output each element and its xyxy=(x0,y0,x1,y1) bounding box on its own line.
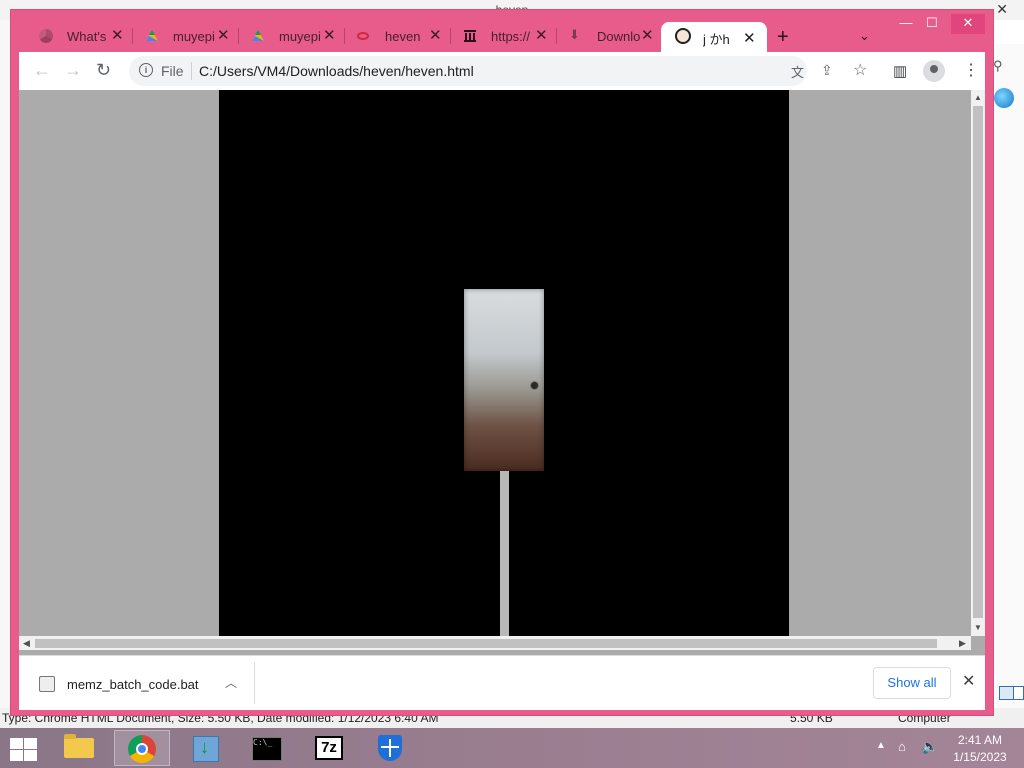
taskbar-command-prompt[interactable]: C:\_ xyxy=(238,730,294,766)
chevron-up-icon[interactable]: ︿ xyxy=(225,674,237,691)
translate-icon[interactable]: 文 xyxy=(791,62,804,81)
clock-date[interactable]: 1/15/2023 xyxy=(946,750,1014,764)
clock-time[interactable]: 2:41 AM xyxy=(946,733,1014,747)
globe-icon[interactable] xyxy=(994,88,1014,108)
tab-close-icon[interactable]: ✕ xyxy=(217,26,230,44)
door-image[interactable] xyxy=(464,289,544,471)
tray-overflow-icon[interactable]: ▲ xyxy=(876,740,886,751)
side-panel-icon[interactable]: ▥ xyxy=(893,62,907,80)
close-shelf-icon[interactable]: ✕ xyxy=(962,671,975,691)
batch-file-icon xyxy=(39,676,55,692)
large-icons-view-icon[interactable] xyxy=(1013,686,1024,700)
windows-logo-icon xyxy=(10,738,23,749)
tab-whats-new[interactable]: What's ✕ xyxy=(25,22,131,50)
download-item-separator xyxy=(254,662,255,704)
close-window-button[interactable]: ✕ xyxy=(951,14,985,34)
tab-downloads[interactable]: ⬇ Downlo ✕ xyxy=(555,22,661,50)
horizontal-scroll-thumb[interactable] xyxy=(35,639,937,648)
vertical-scroll-thumb[interactable] xyxy=(973,106,983,618)
back-button[interactable]: ← xyxy=(33,60,51,81)
omnibox-divider xyxy=(191,62,192,80)
taskbar-installer[interactable] xyxy=(177,730,233,766)
download-filename[interactable]: memz_batch_code.bat xyxy=(67,677,199,692)
tab-title: heven xyxy=(385,29,421,44)
show-all-button[interactable]: Show all xyxy=(873,667,951,699)
start-button[interactable] xyxy=(8,736,38,762)
tab-close-icon[interactable]: ✕ xyxy=(743,29,756,47)
taskbar-chrome[interactable] xyxy=(114,730,170,766)
anime-face-icon xyxy=(675,28,691,44)
forward-button[interactable]: → xyxy=(64,60,82,81)
reload-button[interactable]: ↻ xyxy=(96,60,111,81)
tab-close-icon[interactable]: ✕ xyxy=(323,26,336,44)
browser-toolbar: ← → ↻ i File C:/Users/VM4/Downloads/heve… xyxy=(19,52,985,90)
tab-close-icon[interactable]: ✕ xyxy=(641,26,654,44)
tab-search-chevron-icon[interactable]: ⌄ xyxy=(859,28,870,44)
search-icon[interactable]: ⚲ xyxy=(993,58,1003,74)
tab-active[interactable]: j かh ✕ xyxy=(661,22,767,54)
file-scheme-label: File xyxy=(161,63,184,79)
chrome-window: — ☐ ✕ What's ✕ muyepi ✕ muyepi ✕ heven ✕… xyxy=(10,9,994,716)
taskbar: C:\_ 7z ▲ ⌂ 🔈 2:41 AM 1/15/2023 xyxy=(0,728,1024,768)
windows-logo-icon xyxy=(24,750,37,761)
maximize-button[interactable]: ☐ xyxy=(917,14,947,34)
vertical-scrollbar[interactable]: ▲ ▼ xyxy=(971,90,985,636)
url-text[interactable]: C:/Users/VM4/Downloads/heven/heven.html xyxy=(199,63,474,79)
windows-logo-icon xyxy=(24,738,37,749)
chrome-icon xyxy=(128,735,156,763)
download-icon: ⬇ xyxy=(569,27,580,42)
background-close-icon[interactable]: ✕ xyxy=(996,1,1008,18)
windows-logo-icon xyxy=(10,750,23,761)
menu-kebab-icon[interactable]: ⋮ xyxy=(963,60,979,80)
scroll-right-arrow-icon[interactable]: ▶ xyxy=(959,638,966,649)
download-shelf: memz_batch_code.bat ︿ Show all ✕ xyxy=(19,655,985,710)
scroll-up-arrow-icon[interactable]: ▲ xyxy=(974,93,982,102)
installer-icon xyxy=(193,736,219,762)
google-drive-icon xyxy=(252,30,264,41)
tab-title: https:// xyxy=(491,29,531,44)
scroll-down-arrow-icon[interactable]: ▼ xyxy=(974,623,982,632)
info-icon[interactable]: i xyxy=(139,63,153,77)
tab-title: What's xyxy=(67,29,107,44)
tab-drive-1[interactable]: muyepi ✕ xyxy=(131,22,237,50)
bookmark-star-icon[interactable]: ☆ xyxy=(853,60,867,80)
tab-close-icon[interactable]: ✕ xyxy=(535,26,548,44)
tab-close-icon[interactable]: ✕ xyxy=(111,26,124,44)
taskbar-windows-defender[interactable] xyxy=(362,730,418,766)
address-bar[interactable]: i File C:/Users/VM4/Downloads/heven/heve… xyxy=(129,56,867,86)
horizontal-scrollbar[interactable]: ◀ ▶ xyxy=(19,636,971,650)
tab-title: muyepi xyxy=(173,29,215,44)
command-prompt-icon: C:\_ xyxy=(252,737,282,761)
scroll-left-arrow-icon[interactable]: ◀ xyxy=(23,638,30,649)
google-drive-icon xyxy=(146,30,158,41)
volume-icon[interactable]: 🔈 xyxy=(921,738,938,755)
shield-icon xyxy=(378,735,402,761)
tab-drive-2[interactable]: muyepi ✕ xyxy=(237,22,343,50)
tab-title: Downlo xyxy=(597,29,641,44)
tab-https[interactable]: https:// ✕ xyxy=(449,22,555,50)
background-right-pane xyxy=(996,44,1024,720)
page-canvas[interactable] xyxy=(219,90,789,636)
pole-image xyxy=(500,471,509,636)
tab-title: muyepi xyxy=(279,29,321,44)
tab-heven[interactable]: heven ✕ xyxy=(343,22,449,50)
new-tab-button[interactable]: + xyxy=(777,26,789,49)
museum-icon xyxy=(464,30,476,42)
door-knob[interactable] xyxy=(530,381,539,390)
share-icon[interactable]: ⇪ xyxy=(821,62,833,79)
tab-close-icon[interactable]: ✕ xyxy=(429,26,442,44)
folder-icon xyxy=(64,734,94,758)
chrome-icon xyxy=(39,29,53,43)
red-ring-icon xyxy=(357,32,369,40)
taskbar-7zip[interactable]: 7z xyxy=(301,730,357,766)
network-icon[interactable]: ⌂ xyxy=(898,739,906,754)
7zip-icon: 7z xyxy=(315,736,343,760)
page-viewport: ▲ ▼ ◀ ▶ xyxy=(19,90,985,655)
taskbar-file-explorer[interactable] xyxy=(50,730,106,766)
profile-avatar[interactable] xyxy=(923,60,945,82)
